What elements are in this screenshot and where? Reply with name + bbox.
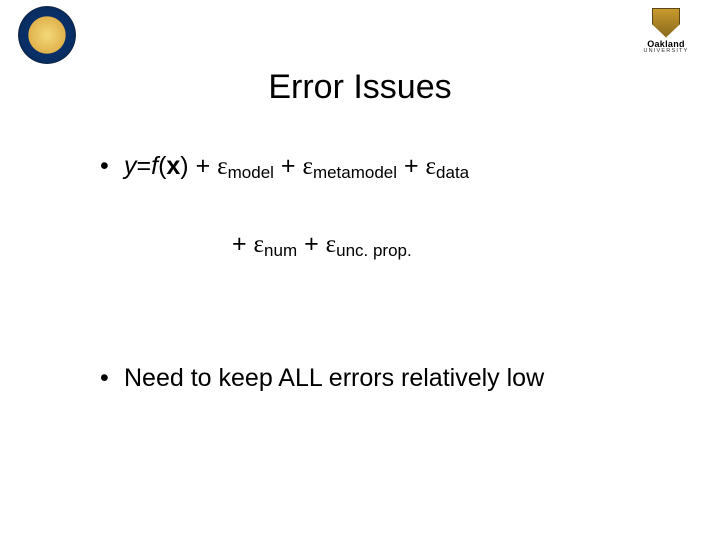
eq-plus-5: + xyxy=(297,230,326,258)
oakland-logo-subtext: UNIVERSITY xyxy=(643,49,688,55)
university-seal-logo xyxy=(18,6,76,64)
seal-icon xyxy=(18,6,76,64)
eq-equals: = xyxy=(137,152,152,180)
eq-plus-4: + xyxy=(232,230,254,258)
oakland-university-logo: Oakland UNIVERSITY xyxy=(626,8,706,54)
eq-plus-1: + xyxy=(189,152,218,180)
eq-rparen: ) xyxy=(180,152,188,180)
eq-eps-4: ε xyxy=(254,231,265,258)
slide-title: Error Issues xyxy=(0,68,720,107)
slide: Oakland UNIVERSITY Error Issues y=f(x) +… xyxy=(0,0,720,540)
equation-line-1: y=f(x) + εmodel + εmetamodel + εdata xyxy=(124,150,660,184)
slide-content: y=f(x) + εmodel + εmetamodel + εdata + ε… xyxy=(96,150,660,403)
equation-line-2: + εnum + εunc. prop. xyxy=(232,228,660,262)
eq-x: x xyxy=(166,152,180,180)
eq-eps-2: ε xyxy=(302,153,313,180)
bullet-equation: y=f(x) + εmodel + εmetamodel + εdata + ε… xyxy=(96,150,660,262)
eq-sub-num: num xyxy=(264,241,297,260)
eq-eps-1: ε xyxy=(217,153,228,180)
eq-plus-3: + xyxy=(397,152,426,180)
eq-plus-2: + xyxy=(274,152,303,180)
eq-sub-model: model xyxy=(228,163,274,182)
eq-eps-3: ε xyxy=(426,153,437,180)
shield-icon xyxy=(652,8,680,38)
eq-eps-5: ε xyxy=(326,231,337,258)
eq-y: y xyxy=(124,152,137,180)
eq-sub-metamodel: metamodel xyxy=(313,163,397,182)
oakland-logo-block: Oakland UNIVERSITY xyxy=(626,8,706,54)
bullet-need-low-errors: Need to keep ALL errors relatively low xyxy=(96,362,660,396)
bullet2-text: Need to keep ALL errors relatively low xyxy=(124,364,544,392)
eq-sub-data: data xyxy=(436,163,469,182)
eq-sub-unc: unc. prop. xyxy=(336,241,412,260)
